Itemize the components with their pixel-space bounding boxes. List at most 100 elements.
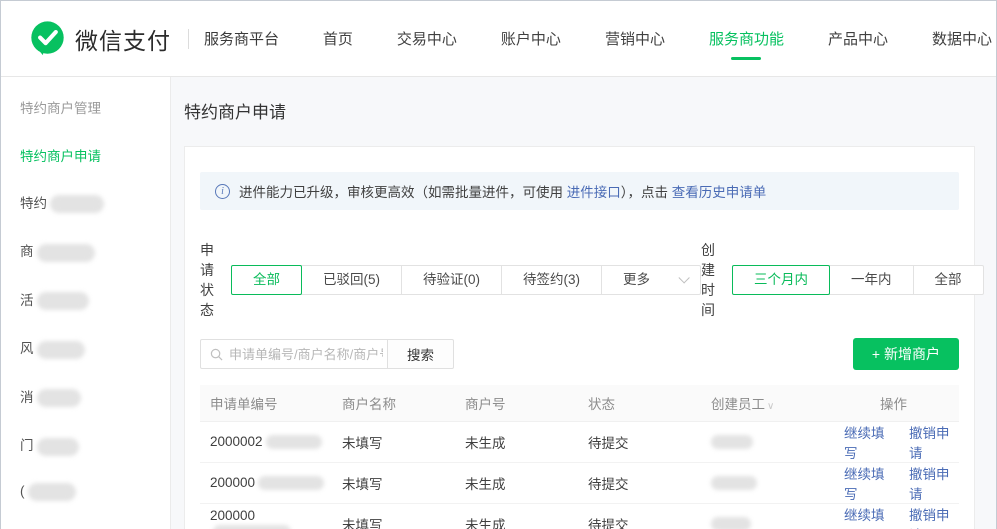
page-title: 特约商户申请 xyxy=(184,98,975,123)
redacted-text xyxy=(266,435,322,449)
time-filter-all[interactable]: 全部 xyxy=(913,265,984,295)
nav-item-service-provider-functions[interactable]: 服务商功能 xyxy=(709,28,784,49)
sidebar-item-redacted-2[interactable]: 商 xyxy=(20,240,170,261)
time-filter-group: 三个月内 一年内 全部 xyxy=(732,265,984,295)
status-filter-more[interactable]: 更多 xyxy=(601,265,701,295)
continue-filling-link[interactable]: 继续填写 xyxy=(844,422,894,462)
sidebar-item-prefix: 风 xyxy=(20,341,34,356)
search-button[interactable]: 搜索 xyxy=(387,339,454,369)
banner-text: 进件能力已升级，审核更高效（如需批量进件，可使用 xyxy=(239,181,567,201)
continue-filling-link[interactable]: 继续填写 xyxy=(844,504,894,529)
sidebar-item-merchant-application[interactable]: 特约商户申请 xyxy=(20,145,170,165)
search-row: 搜索 + 新增商户 xyxy=(200,338,959,370)
banner-text: ），点击 xyxy=(621,181,672,201)
sidebar-item-redacted-6[interactable]: 门 xyxy=(20,434,170,455)
application-id-prefix: 2000002 xyxy=(210,434,263,449)
cell-creator xyxy=(701,503,828,529)
info-banner: i 进件能力已升级，审核更高效（如需批量进件，可使用 进件接口 ），点击 查看历… xyxy=(200,172,959,210)
time-filter-one-year[interactable]: 一年内 xyxy=(829,265,914,295)
nav-item-home[interactable]: 首页 xyxy=(323,28,353,49)
filter-chevron-icon: ∨ xyxy=(767,401,774,412)
creator-header-label: 创建员工 xyxy=(711,397,765,412)
redacted-text xyxy=(213,525,291,529)
sidebar-item-redacted-3[interactable]: 活 xyxy=(20,289,170,310)
more-label: 更多 xyxy=(623,266,650,294)
application-id-prefix: 200000 xyxy=(210,475,255,490)
brand-divider xyxy=(188,29,189,49)
continue-filling-link[interactable]: 继续填写 xyxy=(844,463,894,503)
main-content: 特约商户申请 i 进件能力已升级，审核更高效（如需批量进件，可使用 进件接口 ）… xyxy=(171,77,996,529)
sidebar-item-prefix: 消 xyxy=(20,390,34,405)
redacted-text xyxy=(37,244,95,262)
sidebar-item-redacted-5[interactable]: 消 xyxy=(20,386,170,407)
sidebar-item-prefix: 特约 xyxy=(20,196,47,211)
redacted-text xyxy=(711,435,753,449)
sidebar-section-merchant-management: 特约商户管理 xyxy=(20,97,170,117)
table-header-row: 申请单编号 商户名称 商户号 状态 创建员工∨ 操作 xyxy=(200,385,959,421)
banner-link-api[interactable]: 进件接口 xyxy=(567,181,621,201)
status-filter-rejected[interactable]: 已驳回(5) xyxy=(301,265,402,295)
filter-row: 申请状态 全部 已驳回(5) 待验证(0) 待签约(3) 更多 创建时间 三个月… xyxy=(200,240,959,320)
redacted-text xyxy=(28,483,76,501)
redacted-text xyxy=(37,389,81,407)
cancel-application-link[interactable]: 撤销申请 xyxy=(909,463,959,503)
cell-status: 待提交 xyxy=(578,462,701,503)
cancel-application-link[interactable]: 撤销申请 xyxy=(909,422,959,462)
redacted-text xyxy=(711,517,751,529)
search-icon xyxy=(210,348,223,361)
redacted-text xyxy=(37,438,79,456)
col-header-creator[interactable]: 创建员工∨ xyxy=(701,385,828,421)
nav-item-data-center[interactable]: 数据中心 xyxy=(932,28,992,49)
status-filter-all[interactable]: 全部 xyxy=(231,265,302,295)
sidebar-item-prefix: 门 xyxy=(20,438,34,453)
search-input[interactable] xyxy=(223,347,387,362)
info-icon: i xyxy=(215,184,230,199)
cell-merchant-name: 未填写 xyxy=(332,421,455,462)
banner-link-history[interactable]: 查看历史申请单 xyxy=(672,181,767,201)
redacted-text xyxy=(258,476,324,490)
cell-merchant-name: 未填写 xyxy=(332,462,455,503)
topbar: 微信支付 服务商平台 首页 交易中心 账户中心 营销中心 服务商功能 产品中心 … xyxy=(1,1,996,77)
cell-application-id: 200000 xyxy=(200,462,332,503)
status-filter-pending-verify[interactable]: 待验证(0) xyxy=(401,265,502,295)
cancel-application-link[interactable]: 撤销申请 xyxy=(909,504,959,529)
redacted-text xyxy=(37,292,89,310)
sidebar-item-redacted-4[interactable]: 风 xyxy=(20,337,170,358)
brand: 微信支付 服务商平台 xyxy=(29,20,279,57)
status-filter-label: 申请状态 xyxy=(200,240,214,320)
cell-merchant-name: 未填写 xyxy=(332,503,455,529)
col-header-merchant-name: 商户名称 xyxy=(332,385,455,421)
top-nav: 首页 交易中心 账户中心 营销中心 服务商功能 产品中心 数据中心 xyxy=(323,28,992,49)
sidebar-item-redacted-1[interactable]: 特约 xyxy=(20,192,170,213)
cell-application-id: 2000002 xyxy=(200,421,332,462)
chevron-down-icon xyxy=(678,272,689,283)
sidebar-item-prefix: 活 xyxy=(20,293,34,308)
col-header-status: 状态 xyxy=(578,385,701,421)
sidebar-item-prefix: 商 xyxy=(20,244,34,259)
status-filter-group: 全部 已驳回(5) 待验证(0) 待签约(3) 更多 xyxy=(231,265,701,295)
nav-item-product-center[interactable]: 产品中心 xyxy=(828,28,888,49)
sidebar: 特约商户管理 特约商户申请 特约 商 活 风 消 门 ( 朋友圈发券 邀 xyxy=(1,77,171,529)
brand-name: 微信支付 xyxy=(75,22,171,56)
nav-item-trade-center[interactable]: 交易中心 xyxy=(397,28,457,49)
cell-status: 待提交 xyxy=(578,421,701,462)
add-merchant-button[interactable]: + 新增商户 xyxy=(853,338,959,370)
nav-item-marketing-center[interactable]: 营销中心 xyxy=(605,28,665,49)
sidebar-item-redacted-7[interactable]: ( xyxy=(20,483,170,501)
cell-actions: 继续填写撤销申请 xyxy=(828,421,959,462)
cell-merchant-id: 未生成 xyxy=(455,503,578,529)
status-filter-pending-sign[interactable]: 待签约(3) xyxy=(501,265,602,295)
search-box xyxy=(200,339,388,369)
time-filter-three-months[interactable]: 三个月内 xyxy=(732,265,830,295)
application-id-prefix: 200000 xyxy=(210,508,255,523)
cell-creator xyxy=(701,462,828,503)
nav-item-account-center[interactable]: 账户中心 xyxy=(501,28,561,49)
col-header-actions: 操作 xyxy=(828,385,959,421)
cell-status: 待提交 xyxy=(578,503,701,529)
content-card: i 进件能力已升级，审核更高效（如需批量进件，可使用 进件接口 ），点击 查看历… xyxy=(184,146,975,529)
sidebar-item-prefix: ( xyxy=(20,483,25,498)
time-filter-label: 创建时间 xyxy=(701,240,715,320)
cell-merchant-id: 未生成 xyxy=(455,421,578,462)
cell-creator xyxy=(701,421,828,462)
table-row: 2000002 未填写 未生成 待提交 继续填写撤销申请 xyxy=(200,421,959,462)
